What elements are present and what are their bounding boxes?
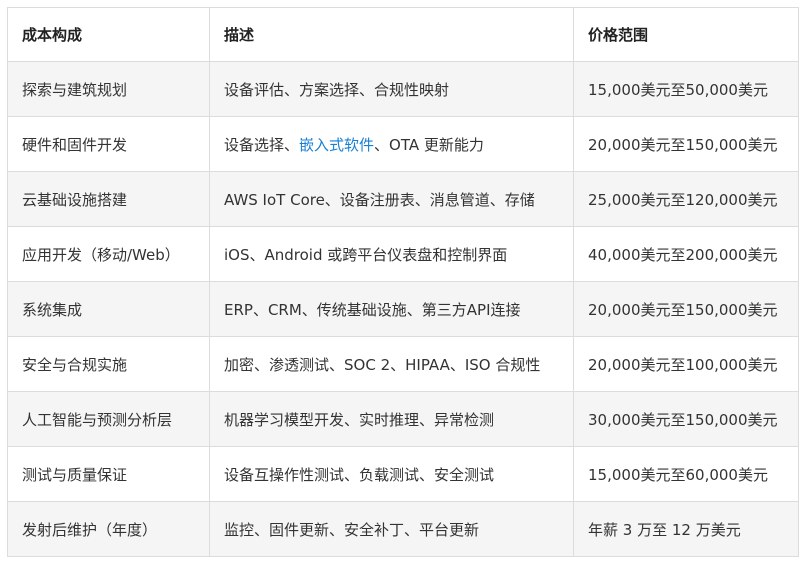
cell-component: 系统集成 <box>7 281 210 337</box>
cell-price: 25,000美元至120,000美元 <box>573 171 799 227</box>
cell-price: 15,000美元至50,000美元 <box>573 61 799 117</box>
description-text: AWS IoT Core、设备注册表、消息管道、存储 <box>224 190 535 209</box>
description-text: iOS、Android 或跨平台仪表盘和控制界面 <box>224 245 508 264</box>
cell-description: 加密、渗透测试、SOC 2、HIPAA、ISO 合规性 <box>209 336 574 392</box>
table-row: 系统集成 ERP、CRM、传统基础设施、第三方API连接 20,000美元至15… <box>7 281 799 337</box>
description-text: 设备选择、 <box>224 135 300 154</box>
header-cost-component: 成本构成 <box>7 7 210 62</box>
embedded-software-link[interactable]: 嵌入式软件 <box>299 136 374 154</box>
cell-description: 设备选择、嵌入式软件、OTA 更新能力 <box>209 116 574 172</box>
header-description: 描述 <box>209 7 574 62</box>
cell-description: 设备评估、方案选择、合规性映射 <box>209 61 574 117</box>
cell-description: iOS、Android 或跨平台仪表盘和控制界面 <box>209 226 574 282</box>
description-text: 设备评估、方案选择、合规性映射 <box>224 80 450 99</box>
description-text: 机器学习模型开发、实时推理、异常检测 <box>224 410 495 429</box>
header-price-range: 价格范围 <box>573 7 799 62</box>
cost-table-container: 成本构成 描述 价格范围 探索与建筑规划 设备评估、方案选择、合规性映射 15,… <box>7 7 799 557</box>
cell-price: 20,000美元至150,000美元 <box>573 281 799 337</box>
table-row: 测试与质量保证 设备互操作性测试、负载测试、安全测试 15,000美元至60,0… <box>7 446 799 502</box>
table-row: 硬件和固件开发 设备选择、嵌入式软件、OTA 更新能力 20,000美元至150… <box>7 116 799 172</box>
cell-component: 测试与质量保证 <box>7 446 210 502</box>
table-row: 云基础设施搭建 AWS IoT Core、设备注册表、消息管道、存储 25,00… <box>7 171 799 227</box>
cell-price: 20,000美元至150,000美元 <box>573 116 799 172</box>
table-header: 成本构成 描述 价格范围 <box>7 7 799 62</box>
table-row: 探索与建筑规划 设备评估、方案选择、合规性映射 15,000美元至50,000美… <box>7 61 799 117</box>
table-row: 发射后维护（年度） 监控、固件更新、安全补丁、平台更新 年薪 3 万至 12 万… <box>7 501 799 557</box>
description-text: 监控、固件更新、安全补丁、平台更新 <box>224 520 480 539</box>
cell-description: 机器学习模型开发、实时推理、异常检测 <box>209 391 574 447</box>
cell-component: 探索与建筑规划 <box>7 61 210 117</box>
cell-component: 应用开发（移动/Web） <box>7 226 210 282</box>
cell-component: 人工智能与预测分析层 <box>7 391 210 447</box>
cell-price: 30,000美元至150,000美元 <box>573 391 799 447</box>
cell-description: ERP、CRM、传统基础设施、第三方API连接 <box>209 281 574 337</box>
cell-price: 40,000美元至200,000美元 <box>573 226 799 282</box>
description-text: 设备互操作性测试、负载测试、安全测试 <box>224 465 495 484</box>
cell-component: 硬件和固件开发 <box>7 116 210 172</box>
cell-description: 监控、固件更新、安全补丁、平台更新 <box>209 501 574 557</box>
table-row: 安全与合规实施 加密、渗透测试、SOC 2、HIPAA、ISO 合规性 20,0… <box>7 336 799 392</box>
cell-component: 发射后维护（年度） <box>7 501 210 557</box>
cell-component: 安全与合规实施 <box>7 336 210 392</box>
cell-description: AWS IoT Core、设备注册表、消息管道、存储 <box>209 171 574 227</box>
description-text: 加密、渗透测试、SOC 2、HIPAA、ISO 合规性 <box>224 355 541 374</box>
cell-price: 20,000美元至100,000美元 <box>573 336 799 392</box>
description-text: ERP、CRM、传统基础设施、第三方API连接 <box>224 300 521 319</box>
description-text-after-link: 、OTA 更新能力 <box>374 135 484 154</box>
table-row: 人工智能与预测分析层 机器学习模型开发、实时推理、异常检测 30,000美元至1… <box>7 391 799 447</box>
cost-breakdown-table: 成本构成 描述 价格范围 探索与建筑规划 设备评估、方案选择、合规性映射 15,… <box>7 7 799 557</box>
cell-price: 15,000美元至60,000美元 <box>573 446 799 502</box>
cell-price: 年薪 3 万至 12 万美元 <box>573 501 799 557</box>
cell-description: 设备互操作性测试、负载测试、安全测试 <box>209 446 574 502</box>
table-body: 探索与建筑规划 设备评估、方案选择、合规性映射 15,000美元至50,000美… <box>7 61 799 557</box>
cell-component: 云基础设施搭建 <box>7 171 210 227</box>
table-row: 应用开发（移动/Web） iOS、Android 或跨平台仪表盘和控制界面 40… <box>7 226 799 282</box>
header-row: 成本构成 描述 价格范围 <box>7 7 799 62</box>
